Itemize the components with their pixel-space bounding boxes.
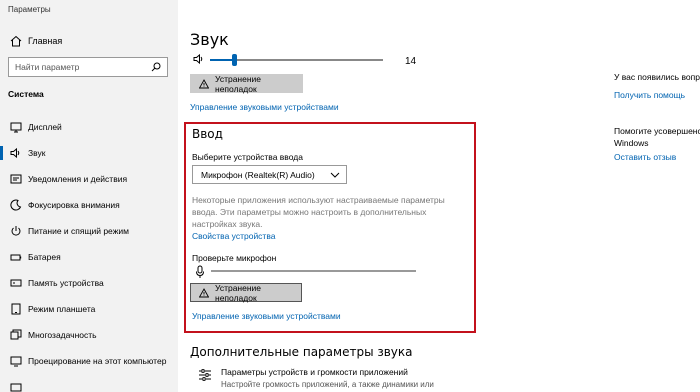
input-section-title: Ввод: [192, 127, 223, 141]
improve-windows-text-2: Windows: [614, 138, 649, 148]
troubleshoot-output-button[interactable]: Устранение неполадок: [190, 73, 303, 94]
button-label: Устранение неполадок: [215, 73, 262, 94]
notification-icon: [10, 174, 22, 184]
help-question-text: У вас появились вопросы: [614, 72, 700, 82]
moon-icon: [10, 199, 22, 211]
test-mic-label: Проверьте микрофон: [192, 253, 277, 263]
input-device-select[interactable]: Микрофон (Realtek(R) Audio): [192, 165, 347, 184]
battery-icon: [10, 254, 22, 261]
sidebar-item-label: Дисплей: [28, 122, 62, 132]
tablet-icon: [11, 303, 21, 315]
chevron-down-icon: [330, 172, 340, 178]
search-icon[interactable]: [151, 62, 161, 72]
sidebar-item-notifications[interactable]: Уведомления и действия: [0, 169, 178, 189]
sidebar-item-label: Память устройства: [28, 278, 104, 288]
main-content: Звук 14 Устранение неполадок Управление …: [178, 0, 700, 392]
warning-icon: [199, 78, 209, 88]
troubleshoot-input-button[interactable]: Устранение неполадок: [190, 282, 302, 303]
volume-slider-thumb[interactable]: [232, 54, 237, 66]
warning-icon: [199, 287, 209, 297]
volume-slider-fill: [210, 59, 234, 61]
manage-output-devices-link[interactable]: Управление звуковыми устройствами: [190, 102, 339, 112]
sidebar-item-label: Звук: [28, 148, 46, 158]
device-properties-link[interactable]: Свойства устройства: [192, 231, 275, 241]
sidebar-section-header: Система: [8, 89, 44, 99]
sidebar-item-label: Уведомления и действия: [28, 174, 128, 184]
sidebar-item-storage[interactable]: Память устройства: [0, 273, 178, 293]
sidebar-item-label: Главная: [28, 36, 63, 46]
sidebar-item-sound[interactable]: Звук: [0, 143, 178, 163]
give-feedback-link[interactable]: Оставить отзыв: [614, 152, 676, 162]
sidebar-item-label: Батарея: [28, 252, 61, 262]
volume-value: 14: [405, 56, 417, 67]
advanced-sound-header: Дополнительные параметры звука: [190, 345, 413, 359]
app-volume-prefs-link[interactable]: Параметры устройств и громкости приложен…: [221, 367, 408, 377]
monitor-icon: [10, 122, 22, 133]
app-volume-prefs-desc: Настройте громкость приложений, а также …: [221, 380, 434, 389]
sidebar-item-power[interactable]: Питание и спящий режим: [0, 221, 178, 241]
search-input[interactable]: Найти параметр: [8, 57, 168, 77]
shared-icon: [10, 383, 22, 392]
power-icon: [11, 226, 21, 236]
page-title: Звук: [190, 30, 229, 49]
input-device-value: Микрофон (Realtek(R) Audio): [201, 170, 315, 180]
button-label: Устранение неполадок: [215, 282, 262, 303]
sidebar-item-home[interactable]: Главная: [0, 32, 178, 52]
sidebar-item-label: Питание и спящий режим: [28, 226, 129, 236]
active-indicator: [0, 146, 3, 160]
input-description: Некоторые приложения используют настраив…: [192, 195, 445, 229]
sliders-icon: [199, 369, 211, 381]
sidebar-item-display[interactable]: Дисплей: [0, 117, 178, 137]
sidebar-item-label: Многозадачность: [28, 330, 97, 340]
choose-input-label: Выберите устройства ввода: [192, 152, 303, 162]
speaker-icon[interactable]: [193, 53, 205, 65]
home-icon: [10, 35, 22, 47]
speaker-icon: [10, 147, 20, 159]
sidebar-item-multitasking[interactable]: Многозадачность: [0, 325, 178, 345]
sidebar-item-tablet[interactable]: Режим планшета: [0, 299, 178, 319]
sidebar-item-focus[interactable]: Фокусировка внимания: [0, 195, 178, 215]
sidebar-item-battery[interactable]: Батарея: [0, 247, 178, 267]
sidebar-item-label: Фокусировка внимания: [28, 200, 120, 210]
improve-windows-text: Помогите усовершенствовать: [614, 126, 700, 136]
app-title: Параметры: [8, 5, 51, 14]
get-help-link[interactable]: Получить помощь: [614, 90, 685, 100]
project-icon: [10, 356, 22, 367]
sidebar-item-next[interactable]: [0, 377, 178, 392]
storage-icon: [10, 279, 22, 287]
microphone-icon: [196, 265, 204, 278]
sidebar-item-projecting[interactable]: Проецирование на этот компьютер: [0, 351, 178, 371]
multitask-icon: [10, 329, 22, 340]
manage-input-devices-link[interactable]: Управление звуковыми устройствами: [192, 311, 341, 321]
sidebar-item-label: Режим планшета: [28, 304, 96, 314]
mic-level-meter: [211, 270, 416, 272]
sidebar-item-label: Проецирование на этот компьютер: [28, 356, 167, 366]
search-placeholder: Найти параметр: [15, 62, 80, 72]
sidebar: Параметры Главная Найти параметр Система…: [0, 0, 178, 392]
